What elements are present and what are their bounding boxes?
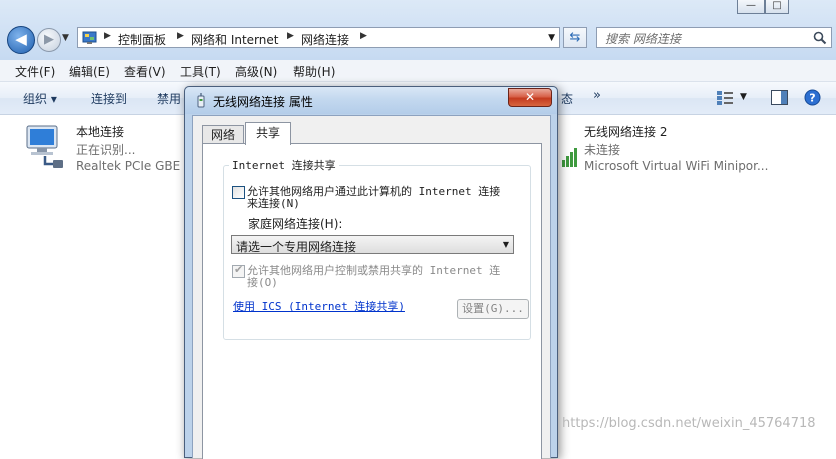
menu-help[interactable]: 帮助(H) [293, 63, 335, 80]
dialog-titlebar[interactable]: 无线网络连接 属性 ✕ [185, 87, 557, 114]
chevron-down-icon: ▼ [502, 240, 509, 249]
breadcrumb-network-internet[interactable]: 网络和 Internet [191, 31, 278, 48]
allow-share-checkbox[interactable] [232, 186, 245, 199]
help-icon[interactable]: ? [804, 89, 821, 106]
item-status: 未连接 [584, 143, 621, 157]
forward-arrow-icon: ▶ [44, 32, 54, 47]
control-panel-icon [82, 31, 97, 44]
breadcrumb-separator-icon: ▶ [104, 31, 111, 41]
dialog-close-button[interactable]: ✕ [508, 88, 552, 107]
svg-text:?: ? [809, 92, 815, 105]
breadcrumb-separator-icon: ▶ [360, 31, 367, 41]
watermark-url: https://blog.csdn.net/weixin_45764718 [562, 416, 816, 431]
ics-group-title: Internet 连接共享 [229, 157, 339, 173]
more-commands-button[interactable]: » [593, 88, 601, 103]
wireless-adapter-icon [197, 93, 205, 108]
menu-edit[interactable]: 编辑(E) [69, 63, 110, 80]
breadcrumb-control-panel[interactable]: 控制面板 [118, 31, 166, 48]
status-button[interactable]: 态 [561, 90, 573, 107]
refresh-icon: ⇆ [569, 30, 581, 45]
breadcrumb-separator-icon: ▶ [177, 31, 184, 41]
forward-button[interactable]: ▶ [37, 28, 61, 52]
sharing-tab-panel: Internet 连接共享 允许其他网络用户通过此计算机的 Internet 连… [202, 143, 542, 459]
settings-button[interactable]: 设置(G)... [457, 299, 529, 319]
menu-tools[interactable]: 工具(T) [180, 63, 221, 80]
minimize-button[interactable]: — [737, 0, 765, 14]
search-icon[interactable] [813, 31, 827, 45]
item-device: Realtek PCIe GBE [76, 159, 181, 173]
home-network-select[interactable]: 请选一个专用网络连接 ▼ [231, 235, 514, 254]
refresh-button[interactable]: ⇆ [563, 27, 587, 48]
item-title: 无线网络连接 2 [584, 125, 668, 139]
dialog-body: 网络 共享 Internet 连接共享 允许其他网络用户通过此计算机的 Inte… [192, 115, 551, 459]
allow-control-label-cont[interactable]: 接(O) [247, 277, 278, 289]
menu-advanced[interactable]: 高级(N) [235, 63, 277, 80]
item-device: Microsoft Virtual WiFi Minipor... [584, 159, 769, 173]
properties-dialog: 无线网络连接 属性 ✕ 网络 共享 Internet 连接共享 允许其他网络用户… [184, 86, 558, 459]
home-network-label: 家庭网络连接(H): [248, 217, 343, 231]
organize-button[interactable]: 组织 ▾ [23, 90, 57, 107]
allow-share-label-cont[interactable]: 来连接(N) [247, 198, 300, 210]
tab-network[interactable]: 网络 [202, 125, 244, 144]
back-arrow-icon: ◀ [15, 30, 27, 48]
menu-bar: 文件(F) 编辑(E) 查看(V) 工具(T) 高级(N) 帮助(H) [0, 60, 836, 82]
menu-file[interactable]: 文件(F) [15, 63, 55, 80]
address-bar[interactable]: ▶ 控制面板 ▶ 网络和 Internet ▶ 网络连接 ▶ ▼ [77, 27, 560, 48]
item-title: 本地连接 [76, 125, 125, 139]
dialog-title: 无线网络连接 属性 [213, 95, 313, 109]
tab-sharing[interactable]: 共享 [245, 122, 291, 145]
view-dropdown-icon[interactable]: ▼ [740, 92, 747, 102]
close-icon: ✕ [524, 90, 536, 104]
allow-control-label[interactable]: 允许其他网络用户控制或禁用共享的 Internet 连 [247, 265, 500, 277]
ics-help-link[interactable]: 使用 ICS (Internet 连接共享) [233, 298, 405, 314]
search-input[interactable] [603, 30, 807, 47]
menu-view[interactable]: 查看(V) [124, 63, 166, 80]
breadcrumb-network-connections[interactable]: 网络连接 [301, 31, 349, 48]
network-adapter-icon [26, 125, 63, 168]
item-status: 正在识别... [76, 143, 136, 157]
preview-pane-icon[interactable] [771, 90, 788, 105]
connect-to-button[interactable]: 连接到 [91, 90, 127, 107]
search-box[interactable] [596, 27, 832, 48]
wifi-signal-icon [562, 148, 577, 167]
history-dropdown-icon[interactable]: ▼ [62, 33, 69, 43]
address-dropdown-icon[interactable]: ▼ [548, 33, 555, 43]
disable-button[interactable]: 禁用 [157, 90, 181, 107]
checkmark-icon: ✔ [234, 263, 244, 276]
allow-control-checkbox[interactable]: ✔ [232, 263, 245, 278]
maximize-button[interactable]: □ [765, 0, 789, 14]
back-button[interactable]: ◀ [7, 26, 35, 54]
home-network-select-value: 请选一个专用网络连接 [236, 240, 357, 254]
view-options-icon[interactable] [716, 90, 734, 106]
breadcrumb-separator-icon: ▶ [287, 31, 294, 41]
